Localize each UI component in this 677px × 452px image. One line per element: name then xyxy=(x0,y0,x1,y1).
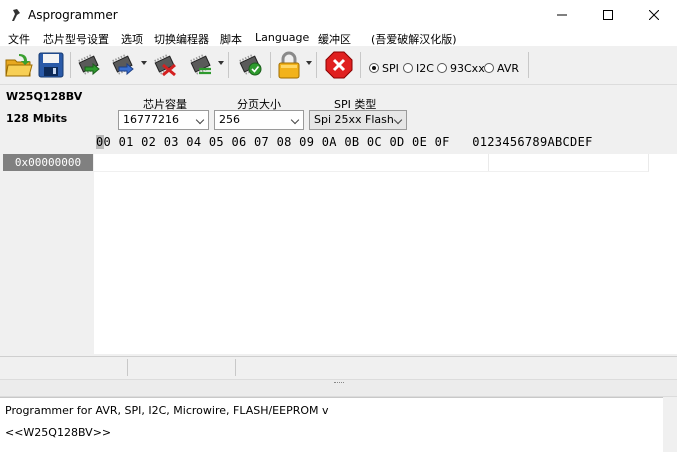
chip-name: W25Q128BV xyxy=(6,90,83,103)
toolbar-separator xyxy=(70,52,71,78)
lock-icon xyxy=(278,51,300,79)
radio-93cxx-label: 93Cxx xyxy=(450,62,485,75)
radio-i2c[interactable] xyxy=(403,63,413,73)
read-chip-button[interactable] xyxy=(74,50,104,80)
verify-chip-button[interactable] xyxy=(186,50,216,80)
close-button[interactable] xyxy=(631,0,677,30)
app-icon xyxy=(9,8,23,22)
menu-options[interactable]: 选项 xyxy=(121,31,143,47)
log-panel: Programmer for AVR, SPI, I2C, Microwire,… xyxy=(0,397,663,452)
menu-script[interactable]: 脚本 xyxy=(220,31,242,47)
page-size-combobox[interactable]: 256 xyxy=(214,110,304,130)
maximize-icon xyxy=(603,10,613,20)
chevron-down-icon xyxy=(195,115,205,125)
splitter-grip[interactable] xyxy=(334,382,344,384)
hex-header-text: 0 01 02 03 04 05 06 07 08 09 0A 0B 0C 0D… xyxy=(103,135,593,149)
lock-dropdown-arrow[interactable] xyxy=(306,61,312,65)
stop-button[interactable] xyxy=(324,50,354,80)
hex-data-area[interactable] xyxy=(94,154,677,354)
write-chip-button[interactable] xyxy=(108,50,138,80)
erase-chip-icon xyxy=(154,54,176,77)
toolbar-separator xyxy=(228,52,229,78)
log-line: Programmer for AVR, SPI, I2C, Microwire,… xyxy=(5,404,329,417)
radio-avr-label: AVR xyxy=(497,62,519,75)
radio-93cxx[interactable] xyxy=(437,63,447,73)
verify-dropdown-arrow[interactable] xyxy=(218,61,224,65)
chevron-down-icon xyxy=(290,115,300,125)
hex-row-data[interactable] xyxy=(94,154,489,172)
read-chip-icon xyxy=(78,54,100,76)
menu-file[interactable]: 文件 xyxy=(8,31,30,47)
maximize-button[interactable] xyxy=(585,0,631,30)
status-bar xyxy=(0,356,677,378)
log-line: <<W25Q128BV>> xyxy=(5,426,112,439)
minimize-button[interactable] xyxy=(539,0,585,30)
hex-address: 0x00000000 xyxy=(3,154,93,171)
radio-spi-label: SPI xyxy=(382,62,399,75)
horizontal-scrollbar[interactable] xyxy=(0,379,677,397)
hex-header-cursor: 0 xyxy=(96,135,104,149)
hex-row-ascii[interactable] xyxy=(488,154,649,172)
write-dropdown-arrow[interactable] xyxy=(141,61,147,65)
check-blank-icon xyxy=(239,54,262,76)
toolbar-separator xyxy=(360,52,361,78)
capacity-combobox[interactable]: 16777216 xyxy=(118,110,209,130)
menu-switch-programmer[interactable]: 切换编程器 xyxy=(154,31,209,47)
radio-spi[interactable] xyxy=(369,63,379,73)
erase-chip-button[interactable] xyxy=(150,50,180,80)
verify-chip-icon xyxy=(190,54,211,75)
stop-icon xyxy=(325,51,353,79)
menu-buffer[interactable]: 缓冲区 xyxy=(318,31,351,47)
window-title: Asprogrammer xyxy=(28,8,118,22)
chevron-down-icon xyxy=(393,115,403,125)
minimize-icon xyxy=(557,14,567,16)
chip-size: 128 Mbits xyxy=(6,112,68,125)
status-divider xyxy=(235,359,236,376)
toolbar-separator xyxy=(270,52,271,78)
toolbar-separator xyxy=(316,52,317,78)
capacity-value: 16777216 xyxy=(123,113,179,126)
menu-language[interactable]: Language xyxy=(255,31,309,44)
save-icon xyxy=(38,52,64,78)
menu-chip-settings[interactable]: 芯片型号设置 xyxy=(43,31,109,47)
toolbar-separator xyxy=(528,52,529,78)
write-chip-icon xyxy=(112,54,134,76)
open-button[interactable] xyxy=(4,50,34,80)
close-icon xyxy=(649,10,659,20)
lock-button[interactable] xyxy=(274,50,304,80)
menu-localization-note: (吾爱破解汉化版) xyxy=(371,33,457,46)
status-divider xyxy=(127,359,128,376)
log-scrollbar[interactable] xyxy=(663,397,677,451)
hex-address-gutter xyxy=(3,154,93,354)
spi-type-value: Spi 25xx Flash xyxy=(314,113,394,126)
radio-i2c-label: I2C xyxy=(416,62,434,75)
page-size-value: 256 xyxy=(219,113,240,126)
hex-column-header: 00 01 02 03 04 05 06 07 08 09 0A 0B 0C 0… xyxy=(96,135,677,153)
spi-type-combobox[interactable]: Spi 25xx Flash xyxy=(309,110,407,130)
open-icon xyxy=(5,54,33,77)
save-button[interactable] xyxy=(36,50,66,80)
check-blank-button[interactable] xyxy=(235,50,265,80)
radio-avr[interactable] xyxy=(484,63,494,73)
